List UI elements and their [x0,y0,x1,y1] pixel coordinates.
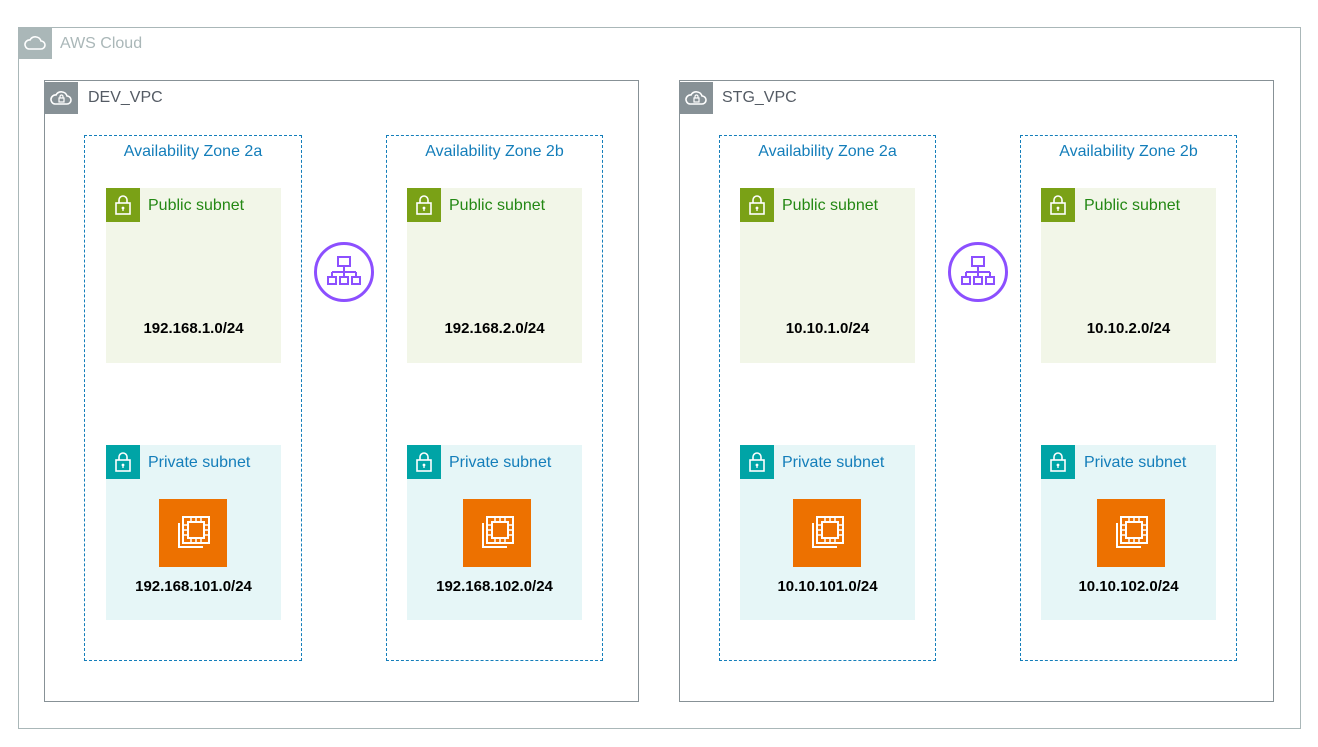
subnet-title: Public subnet [449,197,546,214]
padlock-icon [740,445,774,479]
ec2-instance-icon [793,499,861,567]
cloud-icon [18,27,52,59]
subnet-title: Public subnet [782,197,879,214]
vpc-label-stg: STG_VPC [722,89,797,106]
padlock-icon [407,445,441,479]
subnet-cidr: 192.168.101.0/24 [135,578,252,595]
vpc-label-dev: DEV_VPC [88,89,163,106]
az-label: Availability Zone 2b [425,143,564,160]
subnet-title: Private subnet [148,454,251,471]
load-balancer-icon [314,242,374,302]
padlock-icon [740,188,774,222]
vpc-cloud-lock-icon [679,82,713,114]
az-label: Availability Zone 2b [1059,143,1198,160]
subnet-cidr: 192.168.102.0/24 [436,578,553,595]
subnet-cidr: 192.168.2.0/24 [444,320,545,337]
load-balancer-icon [948,242,1008,302]
subnet-cidr: 10.10.2.0/24 [1086,320,1171,337]
subnet-title: Public subnet [1084,197,1181,214]
subnet-title: Public subnet [148,197,245,214]
padlock-icon [407,188,441,222]
az-label: Availability Zone 2a [123,143,263,160]
padlock-icon [1041,188,1075,222]
subnet-cidr: 10.10.101.0/24 [777,578,878,595]
az-label: Availability Zone 2a [758,143,897,160]
cloud-label: AWS Cloud [60,35,143,52]
padlock-icon [106,445,140,479]
subnet-title: Private subnet [449,454,552,471]
subnet-cidr: 192.168.1.0/24 [143,320,244,337]
padlock-icon [106,188,140,222]
ec2-instance-icon [463,499,531,567]
subnet-cidr: 10.10.102.0/24 [1078,578,1179,595]
ec2-instance-icon [159,499,227,567]
subnet-cidr: 10.10.1.0/24 [785,320,870,337]
vpc-cloud-lock-icon [44,82,78,114]
subnet-title: Private subnet [782,454,885,471]
ec2-instance-icon [1097,499,1165,567]
subnet-title: Private subnet [1084,454,1187,471]
padlock-icon [1041,445,1075,479]
